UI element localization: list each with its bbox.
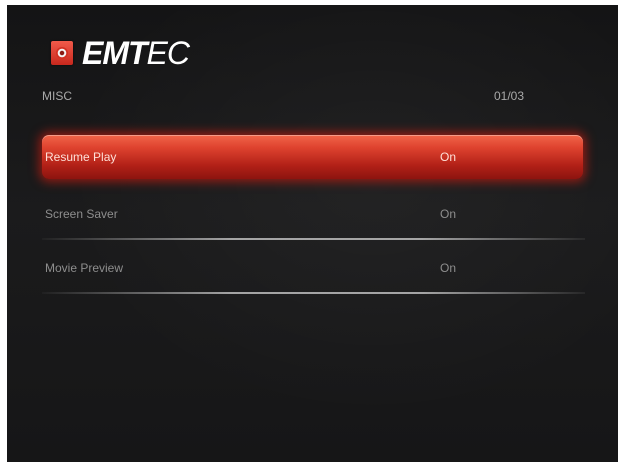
page-indicator: 01/03 bbox=[493, 89, 524, 103]
menu-item-screen-saver[interactable]: Screen Saver On bbox=[42, 192, 583, 236]
menu-item-value: On bbox=[440, 261, 457, 275]
menu-item-label: Screen Saver bbox=[45, 207, 118, 221]
menu-item-resume-play[interactable]: Resume Play On bbox=[42, 135, 583, 179]
menu-item-value: On bbox=[440, 150, 457, 164]
section-title: MISC bbox=[42, 89, 72, 103]
media-player-screen: EMTEC MISC 01/03 Resume Play On Screen S… bbox=[7, 5, 618, 462]
brand-wordmark: EMTEC bbox=[82, 35, 190, 71]
brand-name-light: EC bbox=[146, 35, 190, 71]
menu-item-label: Resume Play bbox=[45, 150, 117, 164]
menu-item-label: Movie Preview bbox=[45, 261, 124, 275]
menu-item-value: On bbox=[440, 207, 457, 221]
menu-divider bbox=[42, 238, 585, 240]
brand-name-bold: EMT bbox=[82, 35, 148, 71]
brand-logo: EMTEC bbox=[51, 33, 190, 73]
menu-item-movie-preview[interactable]: Movie Preview On bbox=[42, 246, 583, 290]
emtec-disc-logo-icon bbox=[51, 41, 73, 65]
menu-divider bbox=[42, 292, 585, 294]
